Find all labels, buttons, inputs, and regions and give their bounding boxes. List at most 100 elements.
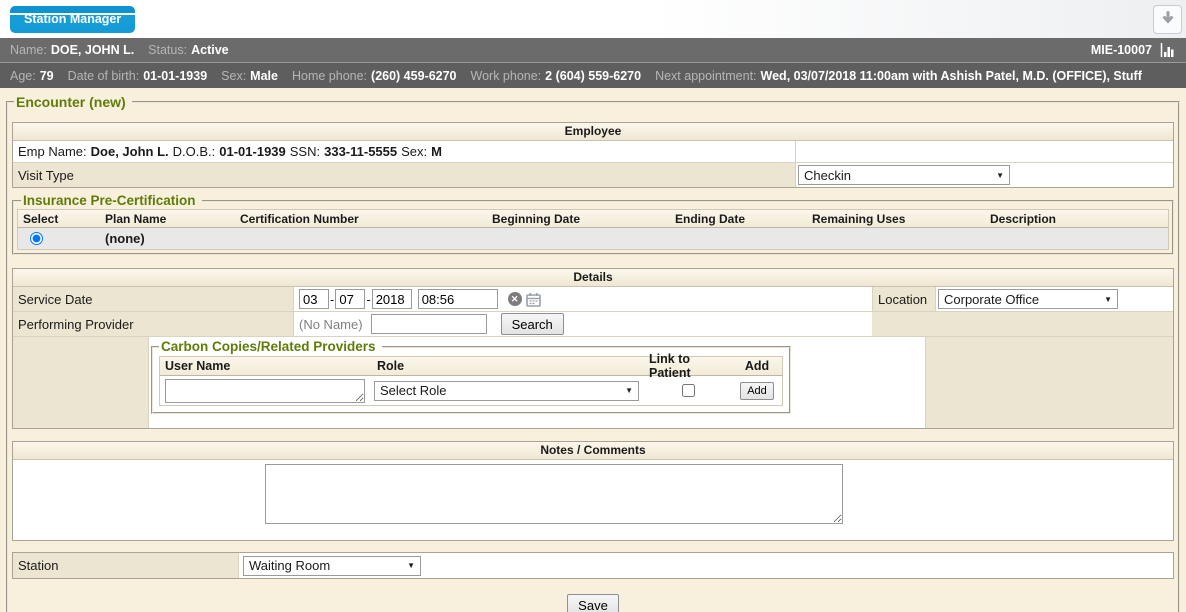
station-cell: Waiting Room ▼ (239, 553, 1173, 578)
name-label: Name: (10, 43, 47, 57)
emp-ssn-label: SSN: (290, 144, 320, 159)
add-provider-button[interactable]: Add (740, 382, 774, 400)
carbon-copies-cell: Carbon Copies/Related Providers User Nam… (149, 336, 925, 428)
carbon-copies-fieldset: Carbon Copies/Related Providers User Nam… (151, 339, 791, 414)
patient-name-bar: Name: DOE, JOHN L. Status: Active MIE-10… (0, 38, 1186, 62)
service-date-cell: - - ✕ (294, 287, 872, 311)
col-select: Select (18, 210, 100, 227)
carbon-copies-right-filler (925, 336, 1173, 428)
work-phone-label: Work phone: (471, 69, 542, 83)
col-add: Add (732, 357, 782, 375)
status-label: Status: (148, 43, 187, 57)
provider-search-button[interactable]: Search (501, 313, 564, 335)
employee-table: Employee Emp Name: Doe, John L. D.O.B.: … (12, 122, 1174, 188)
notes-textarea[interactable] (265, 464, 843, 524)
col-beginning-date: Beginning Date (487, 210, 670, 227)
insurance-plan-none: (none) (100, 228, 235, 249)
visit-type-select[interactable]: Checkin ▼ (798, 165, 1010, 185)
emp-dob-value: 01-01-1939 (219, 144, 286, 159)
visit-type-label: Visit Type (13, 162, 796, 187)
home-phone-label: Home phone: (292, 69, 367, 83)
col-link-to-patient: Link to Patient (644, 357, 732, 375)
service-time-input[interactable] (418, 289, 498, 309)
carbon-copies-legend: Carbon Copies/Related Providers (159, 339, 382, 354)
calendar-icon[interactable] (526, 292, 541, 307)
emp-name-value: Doe, John L. (91, 144, 169, 159)
station-manager-tab[interactable]: Station Manager (10, 6, 135, 33)
employee-table-header: Employee (13, 123, 1173, 141)
details-right-filler (872, 311, 1173, 336)
chevron-down-icon: ▼ (1104, 295, 1112, 304)
station-select[interactable]: Waiting Room ▼ (243, 556, 421, 576)
col-ending-date: Ending Date (670, 210, 807, 227)
provider-no-name: (No Name) (299, 317, 363, 332)
carbon-copies-label-cell (13, 336, 149, 428)
location-label: Location (872, 287, 936, 311)
chevron-down-icon: ▼ (996, 171, 1004, 180)
next-appointment-value: Wed, 03/07/2018 11:00am with Ashish Pate… (761, 69, 1142, 83)
emp-sex-label: Sex: (401, 144, 427, 159)
insurance-row-none: (none) (17, 228, 1169, 250)
insurance-none-radio[interactable] (30, 232, 43, 245)
service-date-month-input[interactable] (299, 289, 329, 309)
notes-body (13, 460, 1173, 540)
encounter-legend: Encounter (new) (14, 94, 132, 110)
patient-name: DOE, JOHN L. (51, 43, 134, 57)
col-user-name: User Name (160, 357, 372, 375)
service-date-label: Service Date (13, 287, 294, 311)
emp-ssn-value: 333-11-5555 (324, 144, 397, 159)
role-select[interactable]: Select Role ▼ (374, 381, 639, 401)
station-row: Station Waiting Room ▼ (13, 553, 1173, 578)
employee-summary: Emp Name: Doe, John L. D.O.B.: 01-01-193… (13, 141, 796, 162)
home-phone-item: Home phone: (260) 459-6270 (292, 69, 457, 83)
dob-value: 01-01-1939 (143, 69, 207, 83)
user-name-input[interactable] (165, 379, 365, 403)
chevron-down-icon: ▼ (625, 386, 633, 395)
chevron-down-icon: ▼ (407, 561, 415, 570)
insurance-header-row: Select Plan Name Certification Number Be… (17, 209, 1169, 228)
performing-provider-row: Performing Provider (No Name) Search (13, 311, 1173, 336)
save-row: Save (12, 594, 1174, 612)
service-date-year-input[interactable] (372, 289, 412, 309)
encounter-fieldset: Encounter (new) Employee Emp Name: Doe, … (6, 94, 1180, 612)
main-content: Encounter (new) Employee Emp Name: Doe, … (0, 88, 1186, 612)
service-date-row: Service Date - - ✕ Location Corporate Of… (13, 287, 1173, 311)
bar-chart-icon[interactable] (1160, 43, 1176, 57)
sex-value: Male (250, 69, 278, 83)
next-appointment-item: Next appointment: Wed, 03/07/2018 11:00a… (655, 69, 1142, 83)
performing-provider-cell: (No Name) Search (294, 311, 872, 336)
save-button[interactable]: Save (567, 594, 619, 612)
link-to-patient-checkbox[interactable] (682, 384, 695, 397)
demographics-bar: Age: 79 Date of birth: 01-01-1939 Sex: M… (0, 62, 1186, 88)
clear-date-icon[interactable]: ✕ (508, 292, 522, 306)
col-plan-name: Plan Name (100, 210, 235, 227)
provider-search-input[interactable] (371, 314, 487, 334)
performing-provider-label: Performing Provider (13, 311, 294, 336)
patient-id: MIE-10007 (1091, 43, 1152, 57)
download-button[interactable] (1153, 5, 1182, 34)
carbon-copies-row: Carbon Copies/Related Providers User Nam… (13, 336, 1173, 428)
date-separator: - (366, 292, 370, 307)
col-role: Role (372, 357, 644, 375)
station-table: Station Waiting Room ▼ (12, 552, 1174, 579)
next-appointment-label: Next appointment: (655, 69, 756, 83)
sex-label: Sex: (221, 69, 246, 83)
col-certification-number: Certification Number (235, 210, 487, 227)
employee-summary-row: Emp Name: Doe, John L. D.O.B.: 01-01-193… (13, 141, 1173, 162)
station-label: Station (13, 553, 239, 578)
age-item: Age: 79 (10, 69, 54, 83)
emp-sex-value: M (431, 144, 442, 159)
date-separator: - (330, 292, 334, 307)
patient-status: Active (191, 43, 229, 57)
col-remaining-uses: Remaining Uses (807, 210, 985, 227)
dob-label: Date of birth: (68, 69, 140, 83)
location-select[interactable]: Corporate Office ▼ (938, 289, 1118, 309)
role-selected-value: Select Role (380, 383, 446, 398)
employee-summary-empty-cell (796, 141, 1173, 162)
age-label: Age: (10, 69, 36, 83)
visit-type-selected-value: Checkin (804, 168, 851, 183)
service-date-day-input[interactable] (335, 289, 365, 309)
carbon-copies-input-row: Select Role ▼ Add (159, 376, 783, 406)
work-phone-item: Work phone: 2 (604) 559-6270 (471, 69, 642, 83)
insurance-precert-legend: Insurance Pre-Certification (21, 193, 202, 208)
